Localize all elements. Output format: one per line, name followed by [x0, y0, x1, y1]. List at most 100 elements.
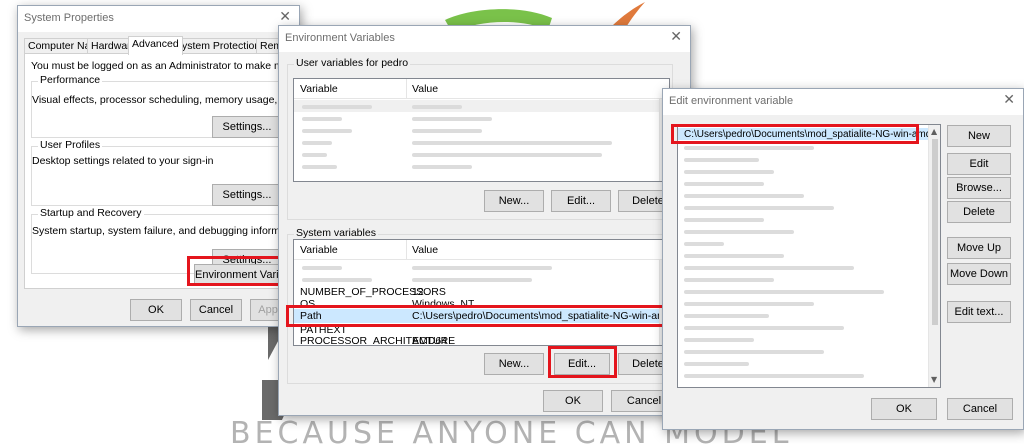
admin-note: You must be logged on as an Administrato…	[31, 60, 291, 72]
path-entry[interactable]: C:\Users\pedro\Documents\mod_spatialite-…	[684, 129, 940, 140]
blurred-text	[412, 153, 602, 157]
performance-settings-button[interactable]: Settings...	[212, 116, 282, 138]
column-value[interactable]: Value	[412, 244, 438, 256]
blurred-text	[302, 266, 342, 270]
system-variables-table[interactable]: Variable Value NUMBER_OF_PROCESSORS 12 O…	[293, 239, 670, 346]
user-profiles-desc: Desktop settings related to your sign-in	[32, 155, 214, 167]
blurred-text	[302, 278, 372, 282]
blurred-text	[684, 326, 844, 330]
system-edit-button[interactable]: Edit...	[554, 353, 610, 375]
blurred-text	[412, 278, 532, 282]
cancel-button[interactable]: Cancel	[947, 398, 1013, 420]
user-edit-button[interactable]: Edit...	[551, 190, 611, 212]
blurred-text	[302, 105, 372, 109]
new-button[interactable]: New	[947, 125, 1011, 147]
blurred-text	[684, 302, 814, 306]
blurred-text	[302, 165, 337, 169]
blurred-text	[684, 314, 769, 318]
move-down-button[interactable]: Move Down	[947, 263, 1011, 285]
title-bar: System Properties ✕	[18, 6, 299, 32]
close-icon[interactable]: ✕	[279, 9, 291, 25]
scrollbar[interactable]: ▲ ▼	[928, 125, 940, 387]
blurred-text	[684, 290, 884, 294]
blurred-text	[684, 206, 834, 210]
scroll-up-icon[interactable]: ▲	[931, 127, 937, 136]
edit-button[interactable]: Edit	[947, 153, 1011, 175]
system-var-name[interactable]: OS	[300, 298, 315, 307]
blurred-text	[302, 117, 342, 121]
tab-advanced[interactable]: Advanced	[128, 36, 183, 55]
blurred-text	[684, 218, 764, 222]
table-header: Variable Value	[294, 79, 669, 99]
blurred-text	[684, 266, 854, 270]
blurred-text	[302, 141, 332, 145]
blurred-text	[412, 165, 472, 169]
blurred-text	[684, 374, 864, 378]
system-var-value[interactable]: AMD64	[412, 335, 447, 345]
column-variable[interactable]: Variable	[300, 244, 338, 256]
user-variables-table[interactable]: Variable Value ▲	[293, 78, 670, 182]
blurred-text	[302, 153, 327, 157]
column-variable[interactable]: Variable	[300, 83, 338, 95]
environment-variables-button[interactable]: Environment Variables...	[194, 264, 314, 286]
startup-recovery-legend: Startup and Recovery	[38, 207, 144, 219]
user-variables-legend: User variables for pedro	[294, 57, 411, 69]
cancel-button[interactable]: Cancel	[190, 299, 242, 321]
startup-recovery-desc: System startup, system failure, and debu…	[32, 225, 303, 237]
system-var-value[interactable]: C:\Users\pedro\Documents\mod_spatialite-…	[412, 310, 669, 322]
scrollbar-thumb[interactable]	[932, 139, 938, 325]
edit-text-button[interactable]: Edit text...	[947, 301, 1011, 323]
system-var-value[interactable]: 12	[412, 286, 424, 298]
blurred-text	[684, 194, 804, 198]
blurred-text	[302, 129, 352, 133]
ok-button[interactable]: OK	[130, 299, 182, 321]
blurred-text	[412, 266, 552, 270]
system-var-name[interactable]: Path	[300, 310, 322, 322]
ok-button[interactable]: OK	[543, 390, 603, 412]
user-new-button[interactable]: New...	[484, 190, 544, 212]
advanced-tab-pane: You must be logged on as an Administrato…	[24, 53, 370, 289]
edit-environment-variable-window: Edit environment variable ✕ C:\Users\ped…	[662, 88, 1024, 430]
blurred-text	[684, 182, 764, 186]
title-bar: Environment Variables ✕	[279, 26, 690, 52]
environment-variables-window: Environment Variables ✕ User variables f…	[278, 25, 691, 416]
blurred-text	[412, 105, 462, 109]
system-new-button[interactable]: New...	[484, 353, 544, 375]
blurred-text	[412, 117, 492, 121]
blurred-text	[684, 254, 784, 258]
blurred-text	[684, 350, 824, 354]
system-variables-legend: System variables	[294, 227, 378, 239]
system-properties-window: System Properties ✕ Computer Name Hardwa…	[17, 5, 370, 327]
user-profiles-legend: User Profiles	[38, 139, 103, 151]
user-profiles-group: User Profiles Desktop settings related t…	[31, 139, 287, 206]
path-entries-list[interactable]: C:\Users\pedro\Documents\mod_spatialite-…	[677, 124, 941, 388]
blurred-text	[684, 230, 794, 234]
blurred-text	[684, 170, 774, 174]
scroll-down-icon[interactable]: ▼	[931, 375, 937, 384]
move-up-button[interactable]: Move Up	[947, 237, 1011, 259]
performance-legend: Performance	[38, 74, 103, 86]
close-icon[interactable]: ✕	[670, 29, 682, 45]
blurred-text	[412, 129, 482, 133]
window-title: Environment Variables	[285, 32, 395, 44]
blurred-text	[684, 362, 749, 366]
delete-button[interactable]: Delete	[947, 201, 1011, 223]
tab-system-protection[interactable]: System Protection	[171, 38, 265, 54]
blurred-text	[684, 338, 754, 342]
blurred-text	[684, 242, 724, 246]
browse-button[interactable]: Browse...	[947, 177, 1011, 199]
close-icon[interactable]: ✕	[1003, 92, 1015, 108]
system-var-name[interactable]: PATHEXT	[300, 324, 347, 333]
window-title: Edit environment variable	[669, 95, 794, 107]
window-title: System Properties	[24, 12, 114, 24]
column-value[interactable]: Value	[412, 83, 438, 95]
blurred-text	[684, 158, 759, 162]
title-bar: Edit environment variable ✕	[663, 89, 1023, 115]
system-var-value[interactable]: Windows_NT	[412, 298, 474, 307]
blurred-text	[412, 141, 612, 145]
blurred-text	[684, 146, 814, 150]
performance-group: Performance Visual effects, processor sc…	[31, 74, 370, 138]
table-header: Variable Value	[294, 240, 669, 260]
ok-button[interactable]: OK	[871, 398, 937, 420]
user-profiles-settings-button[interactable]: Settings...	[212, 184, 282, 206]
